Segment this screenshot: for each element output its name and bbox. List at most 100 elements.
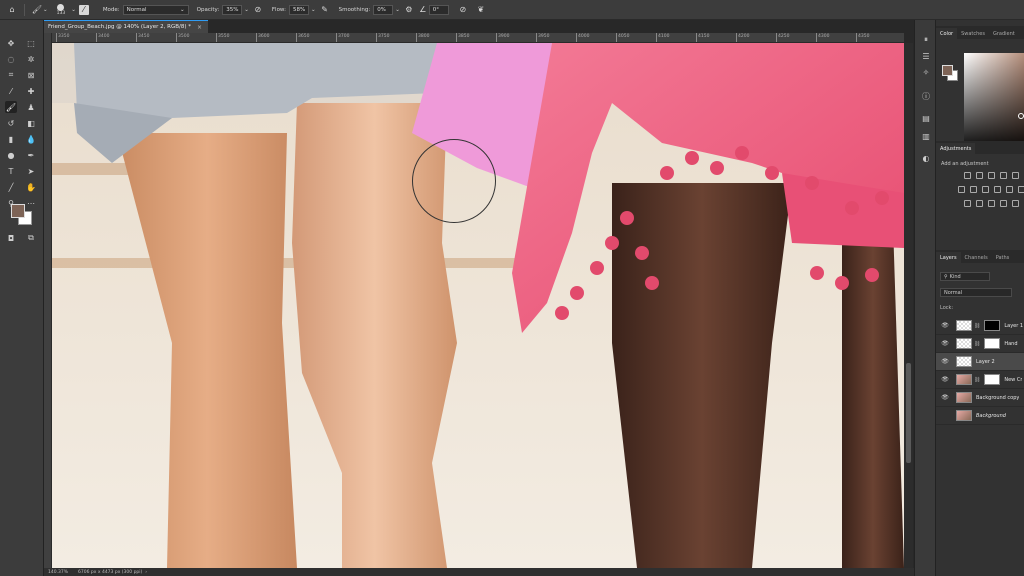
info-panel-icon[interactable]: ⓘ	[920, 90, 932, 102]
layer-row[interactable]: 👁 ⛓ New Cr	[936, 371, 1024, 389]
layer-row[interactable]: 👁 Background copy	[936, 389, 1024, 407]
vibrance-icon[interactable]	[1012, 172, 1019, 179]
vertical-ruler[interactable]	[44, 33, 52, 568]
link-icon[interactable]: ⛓	[974, 323, 980, 329]
layer-mask-thumbnail[interactable]	[984, 374, 1001, 385]
color-field[interactable]	[964, 53, 1024, 153]
threshold-icon[interactable]	[988, 200, 995, 207]
foreground-color-chip[interactable]	[942, 65, 953, 76]
properties-panel-icon[interactable]: ☰	[920, 50, 932, 62]
selective-color-icon[interactable]	[1000, 200, 1007, 207]
layer-row[interactable]: 👁 ⛓ Hand	[936, 335, 1024, 353]
frame-tool-icon[interactable]: ⊠	[25, 69, 37, 81]
type-tool-icon[interactable]: T	[5, 165, 17, 177]
layer-row[interactable]: 👁 Background	[936, 407, 1024, 425]
layer-name[interactable]: New Cr	[1004, 377, 1022, 383]
eye-icon[interactable]: 👁	[940, 376, 950, 383]
levels-icon[interactable]	[976, 172, 983, 179]
brush-settings-panel-icon[interactable]: ✧	[920, 66, 932, 78]
tab-gradient[interactable]: Gradient	[989, 28, 1019, 39]
home-icon[interactable]: ⌂	[6, 4, 18, 16]
hue-saturation-icon[interactable]	[958, 186, 965, 193]
dodge-tool-icon[interactable]: ●	[5, 149, 17, 161]
smoothing-field[interactable]: 0%	[373, 4, 394, 15]
vertical-scrollbar[interactable]	[904, 43, 913, 568]
layer-comps-panel-icon[interactable]: ▤	[920, 112, 932, 124]
channel-mixer-icon[interactable]	[1006, 186, 1013, 193]
brush-size-picker[interactable]: 133	[57, 0, 65, 20]
eye-icon[interactable]: 👁	[940, 340, 950, 347]
libraries-panel-icon[interactable]: ▥	[920, 130, 932, 142]
move-tool-icon[interactable]: ✥	[5, 37, 17, 49]
brightness-contrast-icon[interactable]	[964, 172, 971, 179]
color-lookup-icon[interactable]	[1018, 186, 1024, 193]
styles-panel-icon[interactable]: ◐	[920, 152, 932, 164]
clone-stamp-tool-icon[interactable]: ♟	[25, 101, 37, 113]
screen-mode-icon[interactable]: ⧉	[25, 232, 37, 244]
symmetry-icon[interactable]: ❦	[475, 4, 487, 16]
tab-adjustments[interactable]: Adjustments	[936, 143, 976, 154]
layer-mask-thumbnail[interactable]	[984, 338, 1001, 349]
healing-brush-tool-icon[interactable]: ✚	[25, 85, 37, 97]
eyedropper-tool-icon[interactable]: ⁄	[5, 85, 17, 97]
document-tab[interactable]: Friend_Group_Beach.jpg @ 140% (Layer 2, …	[44, 20, 208, 33]
layer-name[interactable]: Layer 2	[976, 359, 995, 365]
blur-tool-icon[interactable]: 💧	[25, 133, 37, 145]
airbrush-icon[interactable]: ✎	[319, 4, 331, 16]
eye-icon[interactable]: 👁	[940, 394, 950, 401]
magic-wand-tool-icon[interactable]: ✲	[25, 53, 37, 65]
hand-tool-icon[interactable]: ✋	[25, 181, 37, 193]
tool-preset-picker[interactable]: 🖌 ⌄	[31, 0, 51, 20]
posterize-icon[interactable]	[976, 200, 983, 207]
link-icon[interactable]: ⛓	[974, 377, 980, 383]
link-icon[interactable]: ⛓	[974, 341, 980, 347]
curves-icon[interactable]	[988, 172, 995, 179]
status-chevron-icon[interactable]: ›	[145, 570, 147, 575]
black-white-icon[interactable]	[982, 186, 989, 193]
layer-name[interactable]: Background copy	[976, 395, 1019, 401]
eye-icon[interactable]: 👁	[940, 412, 950, 419]
eye-icon[interactable]: 👁	[940, 322, 950, 329]
layer-filter-select[interactable]: ⚲ Kind	[940, 272, 990, 281]
zoom-level[interactable]: 140.37%	[48, 570, 68, 575]
line-tool-icon[interactable]: ╱	[5, 181, 17, 193]
tab-layers[interactable]: Layers	[936, 252, 961, 263]
smoothing-chevron-icon[interactable]: ⌄	[395, 7, 400, 13]
pressure-opacity-icon[interactable]: ⊘	[252, 4, 264, 16]
layer-mask-thumbnail[interactable]	[984, 320, 1001, 331]
history-panel-icon[interactable]: ⏸	[920, 34, 932, 46]
gear-icon[interactable]: ⚙	[403, 4, 415, 16]
tab-color[interactable]: Color	[936, 28, 958, 39]
history-brush-tool-icon[interactable]: ↺	[5, 117, 17, 129]
gradient-tool-icon[interactable]: ▮	[5, 133, 17, 145]
exposure-icon[interactable]	[1000, 172, 1007, 179]
flow-chevron-icon[interactable]: ⌄	[311, 7, 316, 13]
layer-name[interactable]: Layer 1	[1004, 323, 1023, 329]
color-balance-icon[interactable]	[970, 186, 977, 193]
tab-paths[interactable]: Paths	[992, 252, 1014, 263]
tab-swatches[interactable]: Swatches	[957, 28, 989, 39]
marquee-tool-icon[interactable]: ⬚	[25, 37, 37, 49]
quick-mask-icon[interactable]: ◘	[5, 232, 17, 244]
eye-icon[interactable]: 👁	[940, 358, 950, 365]
brush-chevron-icon[interactable]: ⌄	[71, 7, 76, 13]
layer-name[interactable]: Background	[976, 413, 1006, 419]
invert-icon[interactable]	[964, 200, 971, 207]
eraser-tool-icon[interactable]: ◧	[25, 117, 37, 129]
horizontal-ruler[interactable]: 3350 3400 3450 3500 3550 3600 3650 3700 3750 3800…	[52, 33, 904, 43]
brush-tool-icon[interactable]: 🖌	[5, 101, 17, 113]
tab-channels[interactable]: Channels	[961, 252, 992, 263]
pressure-size-icon[interactable]: ⊘	[457, 4, 469, 16]
path-selection-tool-icon[interactable]: ➤	[25, 165, 37, 177]
document-canvas[interactable]	[52, 43, 904, 568]
blend-mode-select[interactable]: Normal	[940, 288, 1012, 297]
angle-field[interactable]: 0°	[428, 4, 449, 15]
layer-name[interactable]: Hand	[1004, 341, 1017, 347]
crop-tool-icon[interactable]: ⌗	[5, 69, 17, 81]
opacity-field[interactable]: 35%	[222, 4, 243, 15]
foreground-color-swatch[interactable]	[11, 204, 25, 218]
flow-field[interactable]: 58%	[288, 4, 309, 15]
lasso-tool-icon[interactable]: ◌	[5, 53, 17, 65]
more-tools-icon[interactable]: ⋯	[25, 197, 37, 209]
color-picker-cursor[interactable]	[1018, 113, 1024, 119]
